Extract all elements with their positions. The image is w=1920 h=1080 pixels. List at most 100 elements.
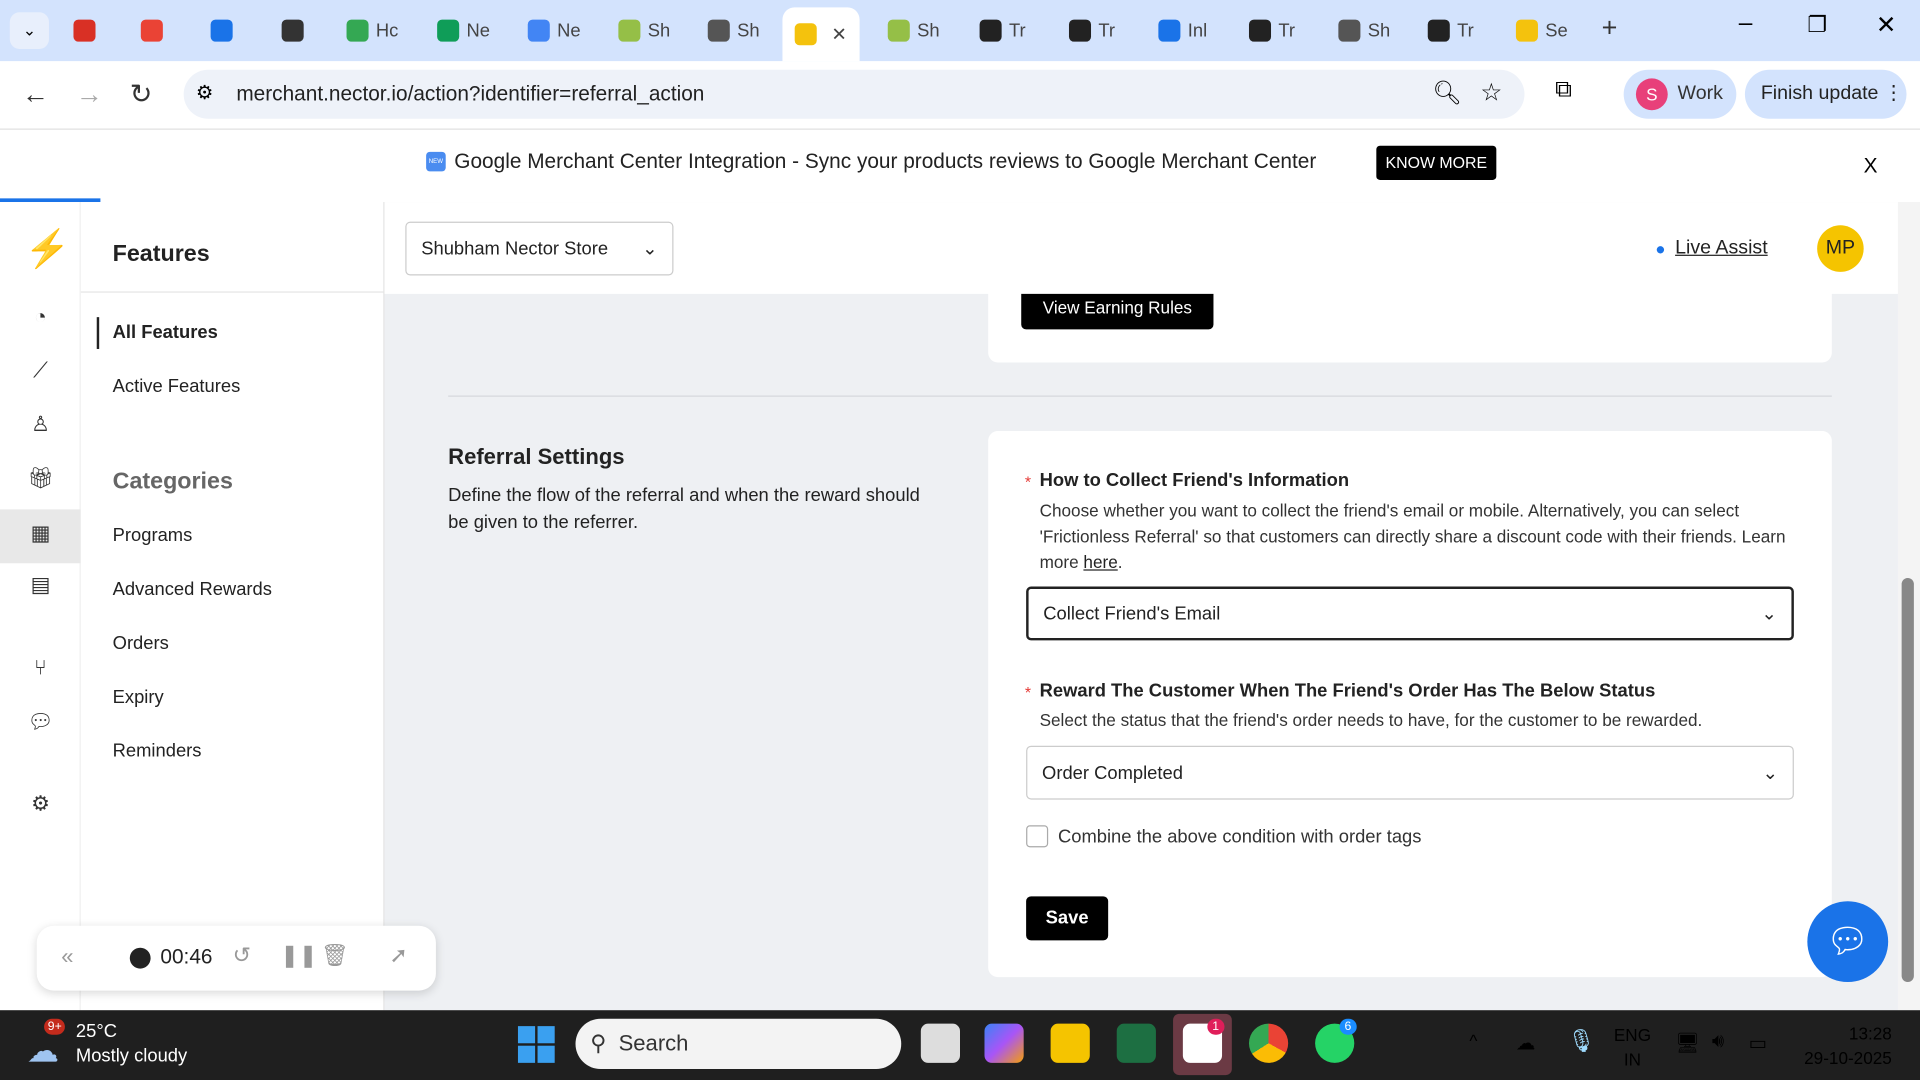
start-button[interactable]: [517, 1026, 555, 1063]
tray-chevron-icon[interactable]: ^: [1469, 1031, 1477, 1051]
user-avatar[interactable]: MP: [1817, 225, 1864, 272]
chat-widget-button[interactable]: 💬︎: [1807, 901, 1889, 983]
browser-tab[interactable]: Sh: [887, 12, 940, 49]
excel-icon[interactable]: [1116, 1023, 1156, 1063]
language-indicator[interactable]: ENG IN: [1614, 1022, 1651, 1071]
scrollbar-thumb[interactable]: [1901, 577, 1914, 983]
stop-record-icon[interactable]: [129, 947, 151, 969]
restart-icon[interactable]: ↺: [233, 943, 251, 969]
collect-info-value: Collect Friend's Email: [1043, 603, 1221, 624]
browser-tab[interactable]: Se: [1515, 12, 1568, 49]
store-name: Shubham Nector Store: [421, 238, 609, 259]
browser-tab[interactable]: Inl: [1158, 12, 1207, 49]
features-grid-icon[interactable]: ▦: [27, 522, 54, 549]
file-explorer-icon[interactable]: [1050, 1023, 1090, 1063]
settings-gear-icon[interactable]: ⚙: [27, 792, 54, 819]
url-text[interactable]: merchant.nector.io/action?identifier=ref…: [236, 82, 704, 106]
store-select[interactable]: Shubham Nector Store ⌄: [405, 221, 674, 276]
browser-tab[interactable]: Sh: [1338, 12, 1390, 49]
browser-tab[interactable]: Tr: [1068, 12, 1116, 49]
browser-tab[interactable]: [73, 12, 102, 49]
browser-tab[interactable]: Hc: [346, 12, 398, 49]
bookmark-star-icon[interactable]: ☆: [1480, 77, 1502, 108]
tab-favicon-icon: [707, 19, 730, 42]
nector-logo-icon[interactable]: ⚡: [24, 228, 70, 271]
browser-tab[interactable]: [281, 12, 311, 49]
browser-tab[interactable]: Sh: [618, 12, 670, 49]
live-assist-link[interactable]: Live Assist: [1675, 238, 1768, 260]
network-icon[interactable]: 🖥︎: [1675, 1031, 1700, 1055]
pages-icon[interactable]: ▤: [27, 573, 54, 600]
chat-icon[interactable]: 💬︎: [27, 710, 54, 737]
profile-button[interactable]: S Work: [1623, 69, 1737, 119]
section-title: Referral Settings: [448, 444, 625, 469]
reward-status-title: Reward The Customer When The Friend's Or…: [1039, 680, 1656, 702]
browser-tab[interactable]: Tr: [1427, 12, 1474, 49]
category-reminders[interactable]: Reminders: [113, 741, 202, 762]
zoom-icon[interactable]: 🔍︎: [1433, 78, 1463, 107]
pause-icon[interactable]: ❚❚: [280, 943, 317, 969]
restore-button[interactable]: ❐: [1807, 12, 1827, 38]
tab-label: Sh: [647, 20, 671, 42]
minimize-button[interactable]: –: [1739, 10, 1753, 38]
divider: [80, 291, 385, 293]
order-status-value: Order Completed: [1042, 762, 1183, 784]
order-tags-checkbox[interactable]: [1026, 825, 1049, 848]
browser-tab[interactable]: Ne: [527, 12, 581, 49]
browser-tab[interactable]: [140, 12, 170, 49]
onedrive-icon[interactable]: ☁: [1516, 1031, 1536, 1055]
trash-icon[interactable]: 🗑︎: [321, 943, 349, 969]
reload-button[interactable]: ↻: [130, 78, 153, 110]
tab-close-icon[interactable]: ✕: [831, 23, 846, 45]
extensions-icon[interactable]: ⧉: [1555, 77, 1572, 104]
banner-close-button[interactable]: X: [1864, 154, 1878, 178]
browser-tab[interactable]: Sh: [707, 12, 760, 49]
workflow-icon[interactable]: ⑂: [27, 656, 54, 683]
learn-more-link[interactable]: here: [1083, 552, 1117, 572]
customers-icon[interactable]: ♙: [27, 413, 54, 440]
taskbar-search[interactable]: ⚲ Search: [575, 1018, 902, 1069]
tab-favicon-icon: [1515, 19, 1538, 42]
analytics-icon[interactable]: ⟋: [27, 359, 54, 386]
collect-info-select[interactable]: Collect Friend's Email ⌄: [1026, 586, 1794, 641]
browser-tab[interactable]: Ne: [437, 12, 490, 49]
category-advanced-rewards[interactable]: Advanced Rewards: [113, 579, 272, 600]
pointer-icon[interactable]: ➚: [389, 943, 407, 969]
chrome-icon[interactable]: [1248, 1023, 1289, 1063]
tab-favicon-icon: [281, 19, 304, 42]
new-tab-button[interactable]: +: [1602, 12, 1618, 44]
collapse-icon[interactable]: «: [61, 944, 73, 970]
task-view-icon[interactable]: [920, 1023, 961, 1063]
close-window-button[interactable]: ✕: [1876, 10, 1897, 41]
tab-label: Tr: [1098, 20, 1116, 42]
nav-active-features[interactable]: Active Features: [113, 376, 241, 397]
nav-all-features[interactable]: All Features: [113, 322, 218, 343]
category-programs[interactable]: Programs: [113, 525, 193, 546]
forward-button[interactable]: →: [76, 78, 103, 110]
know-more-button[interactable]: KNOW MORE: [1376, 145, 1497, 181]
browser-tab[interactable]: Tr: [1248, 12, 1295, 49]
region-code: IN: [1623, 1049, 1642, 1069]
finish-update-button[interactable]: Finish update ⋮: [1744, 69, 1907, 119]
copilot-icon[interactable]: [984, 1023, 1024, 1063]
dashboard-icon[interactable]: ◔: [27, 305, 54, 332]
collect-info-text: Choose whether you want to collect the f…: [1039, 500, 1740, 547]
collect-info-title: How to Collect Friend's Information: [1039, 470, 1350, 492]
microphone-icon[interactable]: 🎙︎: [1567, 1029, 1595, 1055]
category-orders[interactable]: Orders: [113, 633, 169, 654]
tab-search-button[interactable]: ⌄: [9, 12, 49, 49]
back-button[interactable]: ←: [22, 78, 49, 110]
category-expiry[interactable]: Expiry: [113, 687, 164, 708]
tab-label: Sh: [737, 20, 760, 42]
order-status-select[interactable]: Order Completed ⌄: [1026, 745, 1794, 800]
site-info-icon[interactable]: ⚙: [196, 81, 214, 105]
volume-icon[interactable]: 🔊︎: [1712, 1031, 1724, 1053]
battery-icon[interactable]: ▭: [1749, 1031, 1768, 1055]
weather-cloud-icon[interactable]: ☁: [27, 1032, 59, 1070]
browser-tab[interactable]: [210, 12, 240, 49]
rewards-gift-icon[interactable]: 🎁︎: [27, 467, 54, 494]
save-button[interactable]: Save: [1026, 896, 1109, 941]
browser-tab[interactable]: Tr: [979, 12, 1026, 49]
clock[interactable]: 13:28 29-10-2025: [1788, 1021, 1892, 1070]
browser-tab[interactable]: ✕: [782, 7, 860, 62]
